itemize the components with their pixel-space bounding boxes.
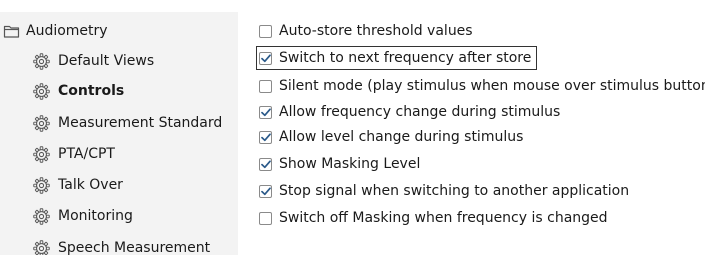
tree-item-label: Controls — [58, 83, 125, 99]
option-allow-level-change[interactable]: Allow level change during stimulus — [259, 126, 523, 148]
tree-node-audiometry[interactable]: Audiometry — [0, 16, 240, 46]
option-label: Silent mode (play stimulus when mouse ov… — [279, 78, 705, 94]
tree-item-talk-over[interactable]: Talk Over — [0, 170, 270, 200]
option-label: Stop signal when switching to another ap… — [279, 183, 630, 199]
tree-item-measurement-standard[interactable]: Measurement Standard — [0, 108, 270, 138]
tree-item-label: Default Views — [58, 53, 155, 69]
gear-icon — [32, 239, 50, 255]
tree-node-label: Audiometry — [26, 23, 108, 39]
option-allow-frequency-change[interactable]: Allow frequency change during stimulus — [259, 101, 560, 123]
option-auto-store-threshold[interactable]: Auto-store threshold values — [259, 20, 473, 42]
gear-icon — [32, 176, 50, 194]
option-label: Switch off Masking when frequency is cha… — [279, 210, 608, 226]
option-switch-next-frequency[interactable]: Switch to next frequency after store — [256, 46, 538, 70]
option-silent-mode[interactable]: Silent mode (play stimulus when mouse ov… — [259, 75, 705, 97]
option-label: Show Masking Level — [279, 156, 421, 172]
option-label: Allow frequency change during stimulus — [279, 104, 561, 120]
checkbox[interactable] — [259, 51, 272, 65]
gear-icon — [32, 145, 50, 163]
folder-icon — [2, 22, 20, 40]
option-label: Allow level change during stimulus — [279, 129, 524, 145]
gear-icon — [32, 207, 50, 225]
checkbox[interactable] — [259, 105, 272, 119]
tree-item-default-views[interactable]: Default Views — [0, 46, 270, 76]
option-label: Switch to next frequency after store — [279, 50, 532, 66]
gear-icon — [32, 114, 50, 132]
tree-item-speech-measurement[interactable]: Speech Measurement — [0, 233, 270, 255]
checkbox[interactable] — [259, 79, 272, 93]
gear-icon — [32, 52, 50, 70]
tree-item-label: Monitoring — [58, 208, 133, 224]
tree-item-monitoring[interactable]: Monitoring — [0, 201, 270, 231]
checkbox[interactable] — [259, 184, 272, 198]
checkbox[interactable] — [259, 211, 272, 225]
tree-item-controls[interactable]: Controls — [0, 76, 270, 106]
checkbox[interactable] — [259, 130, 272, 144]
tree-item-label: Measurement Standard — [58, 115, 223, 131]
settings-tree: Audiometry Default Views Controls Measur… — [0, 12, 238, 255]
option-stop-signal-switching[interactable]: Stop signal when switching to another ap… — [259, 180, 629, 202]
gear-icon — [32, 82, 50, 100]
option-show-masking-level[interactable]: Show Masking Level — [259, 153, 420, 175]
option-switch-off-masking[interactable]: Switch off Masking when frequency is cha… — [259, 207, 608, 229]
controls-options-panel: Auto-store threshold values Switch to ne… — [256, 0, 705, 255]
tree-item-label: Speech Measurement — [58, 240, 211, 255]
tree-item-label: PTA/CPT — [58, 146, 115, 162]
tree-item-pta-cpt[interactable]: PTA/CPT — [0, 139, 270, 169]
checkbox[interactable] — [259, 157, 272, 171]
settings-window: Audiometry Default Views Controls Measur… — [0, 0, 705, 255]
option-label: Auto-store threshold values — [279, 23, 473, 39]
checkbox[interactable] — [259, 24, 272, 38]
tree-item-label: Talk Over — [58, 177, 123, 193]
